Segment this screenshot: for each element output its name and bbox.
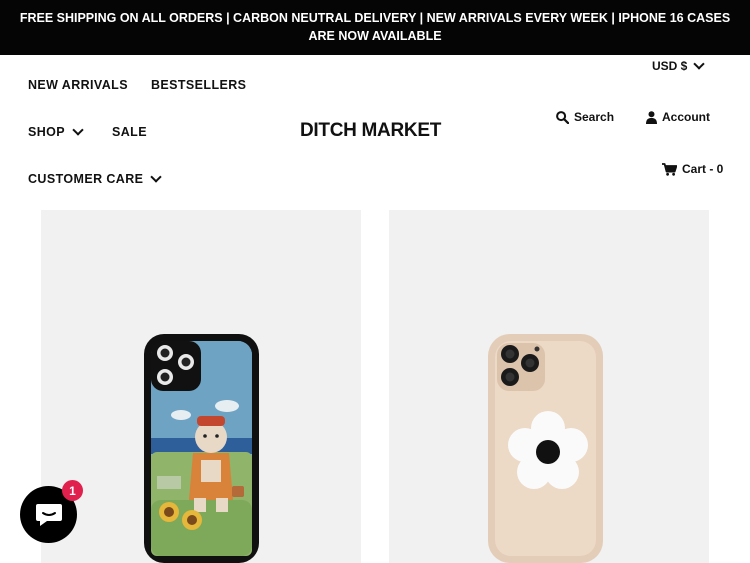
currency-label: USD $ — [652, 59, 688, 73]
embroidered-bear-phone-case-image — [144, 334, 259, 563]
account-button[interactable]: Account — [646, 110, 710, 124]
account-label: Account — [662, 110, 710, 124]
nav-customer-care[interactable]: CUSTOMER CARE — [28, 170, 163, 186]
site-logo[interactable]: DITCH MARKET — [300, 120, 441, 142]
nav-sale[interactable]: SALE — [112, 125, 147, 139]
nav-shop-label: SHOP — [28, 125, 66, 139]
currency-selector[interactable]: USD $ — [652, 57, 706, 73]
cart-label: Cart - 0 — [682, 162, 724, 176]
beige-flower-grip-phone-case-image — [488, 334, 603, 563]
search-icon — [556, 110, 569, 124]
chevron-down-icon — [150, 170, 163, 183]
nav-new-arrivals-label: NEW ARRIVALS — [28, 78, 128, 92]
chat-icon — [35, 503, 62, 526]
chevron-down-icon — [72, 123, 84, 136]
notification-badge: 1 — [62, 480, 83, 501]
cart-icon — [662, 162, 677, 176]
nav-shop[interactable]: SHOP — [28, 123, 84, 139]
search-button[interactable]: Search — [556, 110, 614, 124]
nav-bestsellers[interactable]: BESTSELLERS — [151, 78, 246, 92]
nav-sale-label: SALE — [112, 125, 147, 139]
user-icon — [646, 110, 657, 124]
nav-bestsellers-label: BESTSELLERS — [151, 78, 247, 92]
product-card[interactable] — [41, 210, 361, 563]
nav-customer-care-label: CUSTOMER CARE — [28, 172, 144, 186]
product-card[interactable] — [389, 210, 709, 563]
chevron-down-icon — [693, 57, 706, 70]
search-label: Search — [574, 110, 615, 124]
nav-new-arrivals[interactable]: NEW ARRIVALS — [28, 78, 128, 92]
cart-button[interactable]: Cart - 0 — [662, 162, 723, 176]
announcement-bar: FREE SHIPPING ON ALL ORDERS | CARBON NEU… — [0, 0, 750, 55]
